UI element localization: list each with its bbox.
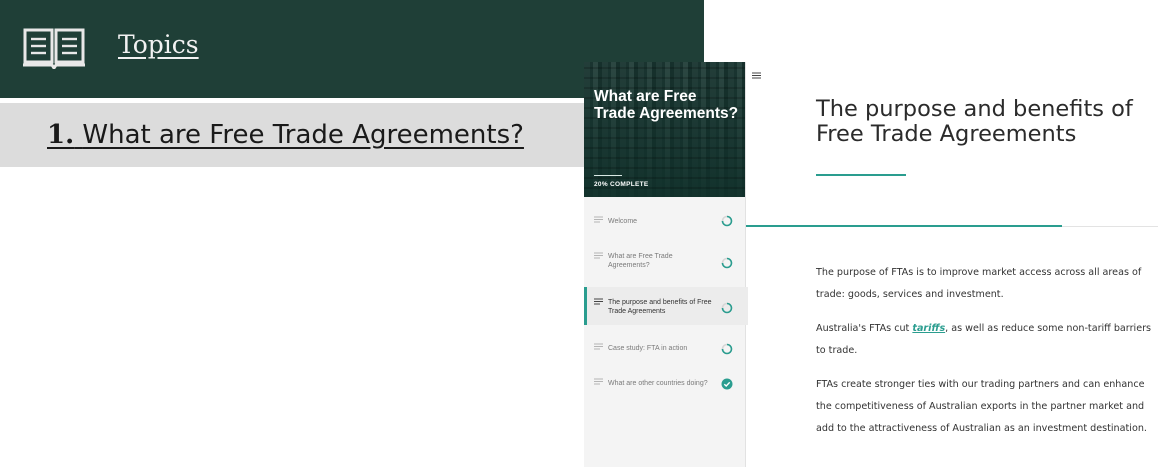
divider xyxy=(1062,226,1158,227)
lines-icon xyxy=(594,298,603,305)
nav-item-purpose-and-benefits[interactable]: The purpose and benefits of Free Trade A… xyxy=(584,287,748,325)
lines-icon xyxy=(594,252,603,259)
progress-ring-icon xyxy=(721,257,733,269)
nav-item-other-countries[interactable]: What are other countries doing? xyxy=(584,375,745,399)
hamburger-menu-icon[interactable] xyxy=(752,72,761,79)
topic-link[interactable]: 1. What are Free Trade Agreements? xyxy=(47,120,524,150)
lesson-progress-line xyxy=(746,225,1062,227)
title-underline xyxy=(816,174,906,176)
check-circle-icon xyxy=(721,378,733,390)
hero-image xyxy=(584,62,745,197)
progress-ring-icon xyxy=(721,302,733,314)
lesson-title: The purpose and benefits of Free Trade A… xyxy=(816,96,1133,147)
progress-ring-icon xyxy=(721,215,733,227)
course-title: What are Free Trade Agreements? xyxy=(594,88,739,122)
topic-number: 1. xyxy=(47,120,75,150)
lines-icon xyxy=(594,343,603,350)
book-icon xyxy=(23,28,85,69)
paragraph: FTAs create stronger ties with our tradi… xyxy=(816,379,1147,434)
progress-bar xyxy=(594,175,622,176)
topic-title: What are Free Trade Agreements? xyxy=(82,120,524,150)
tariffs-link[interactable]: tariffs xyxy=(912,323,945,334)
lines-icon xyxy=(594,378,603,385)
lines-icon xyxy=(594,216,603,223)
nav-item-welcome[interactable]: Welcome xyxy=(584,210,745,234)
progress-ring-icon xyxy=(721,343,733,355)
topic-list-item[interactable]: 1. What are Free Trade Agreements? xyxy=(0,103,584,167)
paragraph: The purpose of FTAs is to improve market… xyxy=(816,267,1142,300)
nav-item-label: Case study: FTA in action xyxy=(608,345,688,352)
topics-link[interactable]: Topics xyxy=(118,30,199,59)
nav-item-label: What are Free Trade Agreements? xyxy=(608,253,673,269)
paragraph-text: Australia's FTAs cut xyxy=(816,323,913,334)
paragraph: Australia's FTAs cut tariffs, as well as… xyxy=(816,318,1152,362)
progress-label: 20% COMPLETE xyxy=(594,181,649,188)
nav-item-label: What are other countries doing? xyxy=(608,380,708,387)
nav-item-case-study[interactable]: Case study: FTA in action xyxy=(584,338,745,362)
course-hero: What are Free Trade Agreements? 20% COMP… xyxy=(584,62,745,197)
course-sidebar: What are Free Trade Agreements? 20% COMP… xyxy=(584,62,748,467)
lesson-body: The purpose of FTAs is to improve market… xyxy=(816,262,1152,452)
nav-item-label: Welcome xyxy=(608,218,638,225)
nav-item-what-are-ftas[interactable]: What are Free Trade Agreements? xyxy=(584,248,745,278)
nav-item-label: The purpose and benefits of Free Trade A… xyxy=(608,299,712,315)
course-window: What are Free Trade Agreements? 20% COMP… xyxy=(584,62,1158,467)
